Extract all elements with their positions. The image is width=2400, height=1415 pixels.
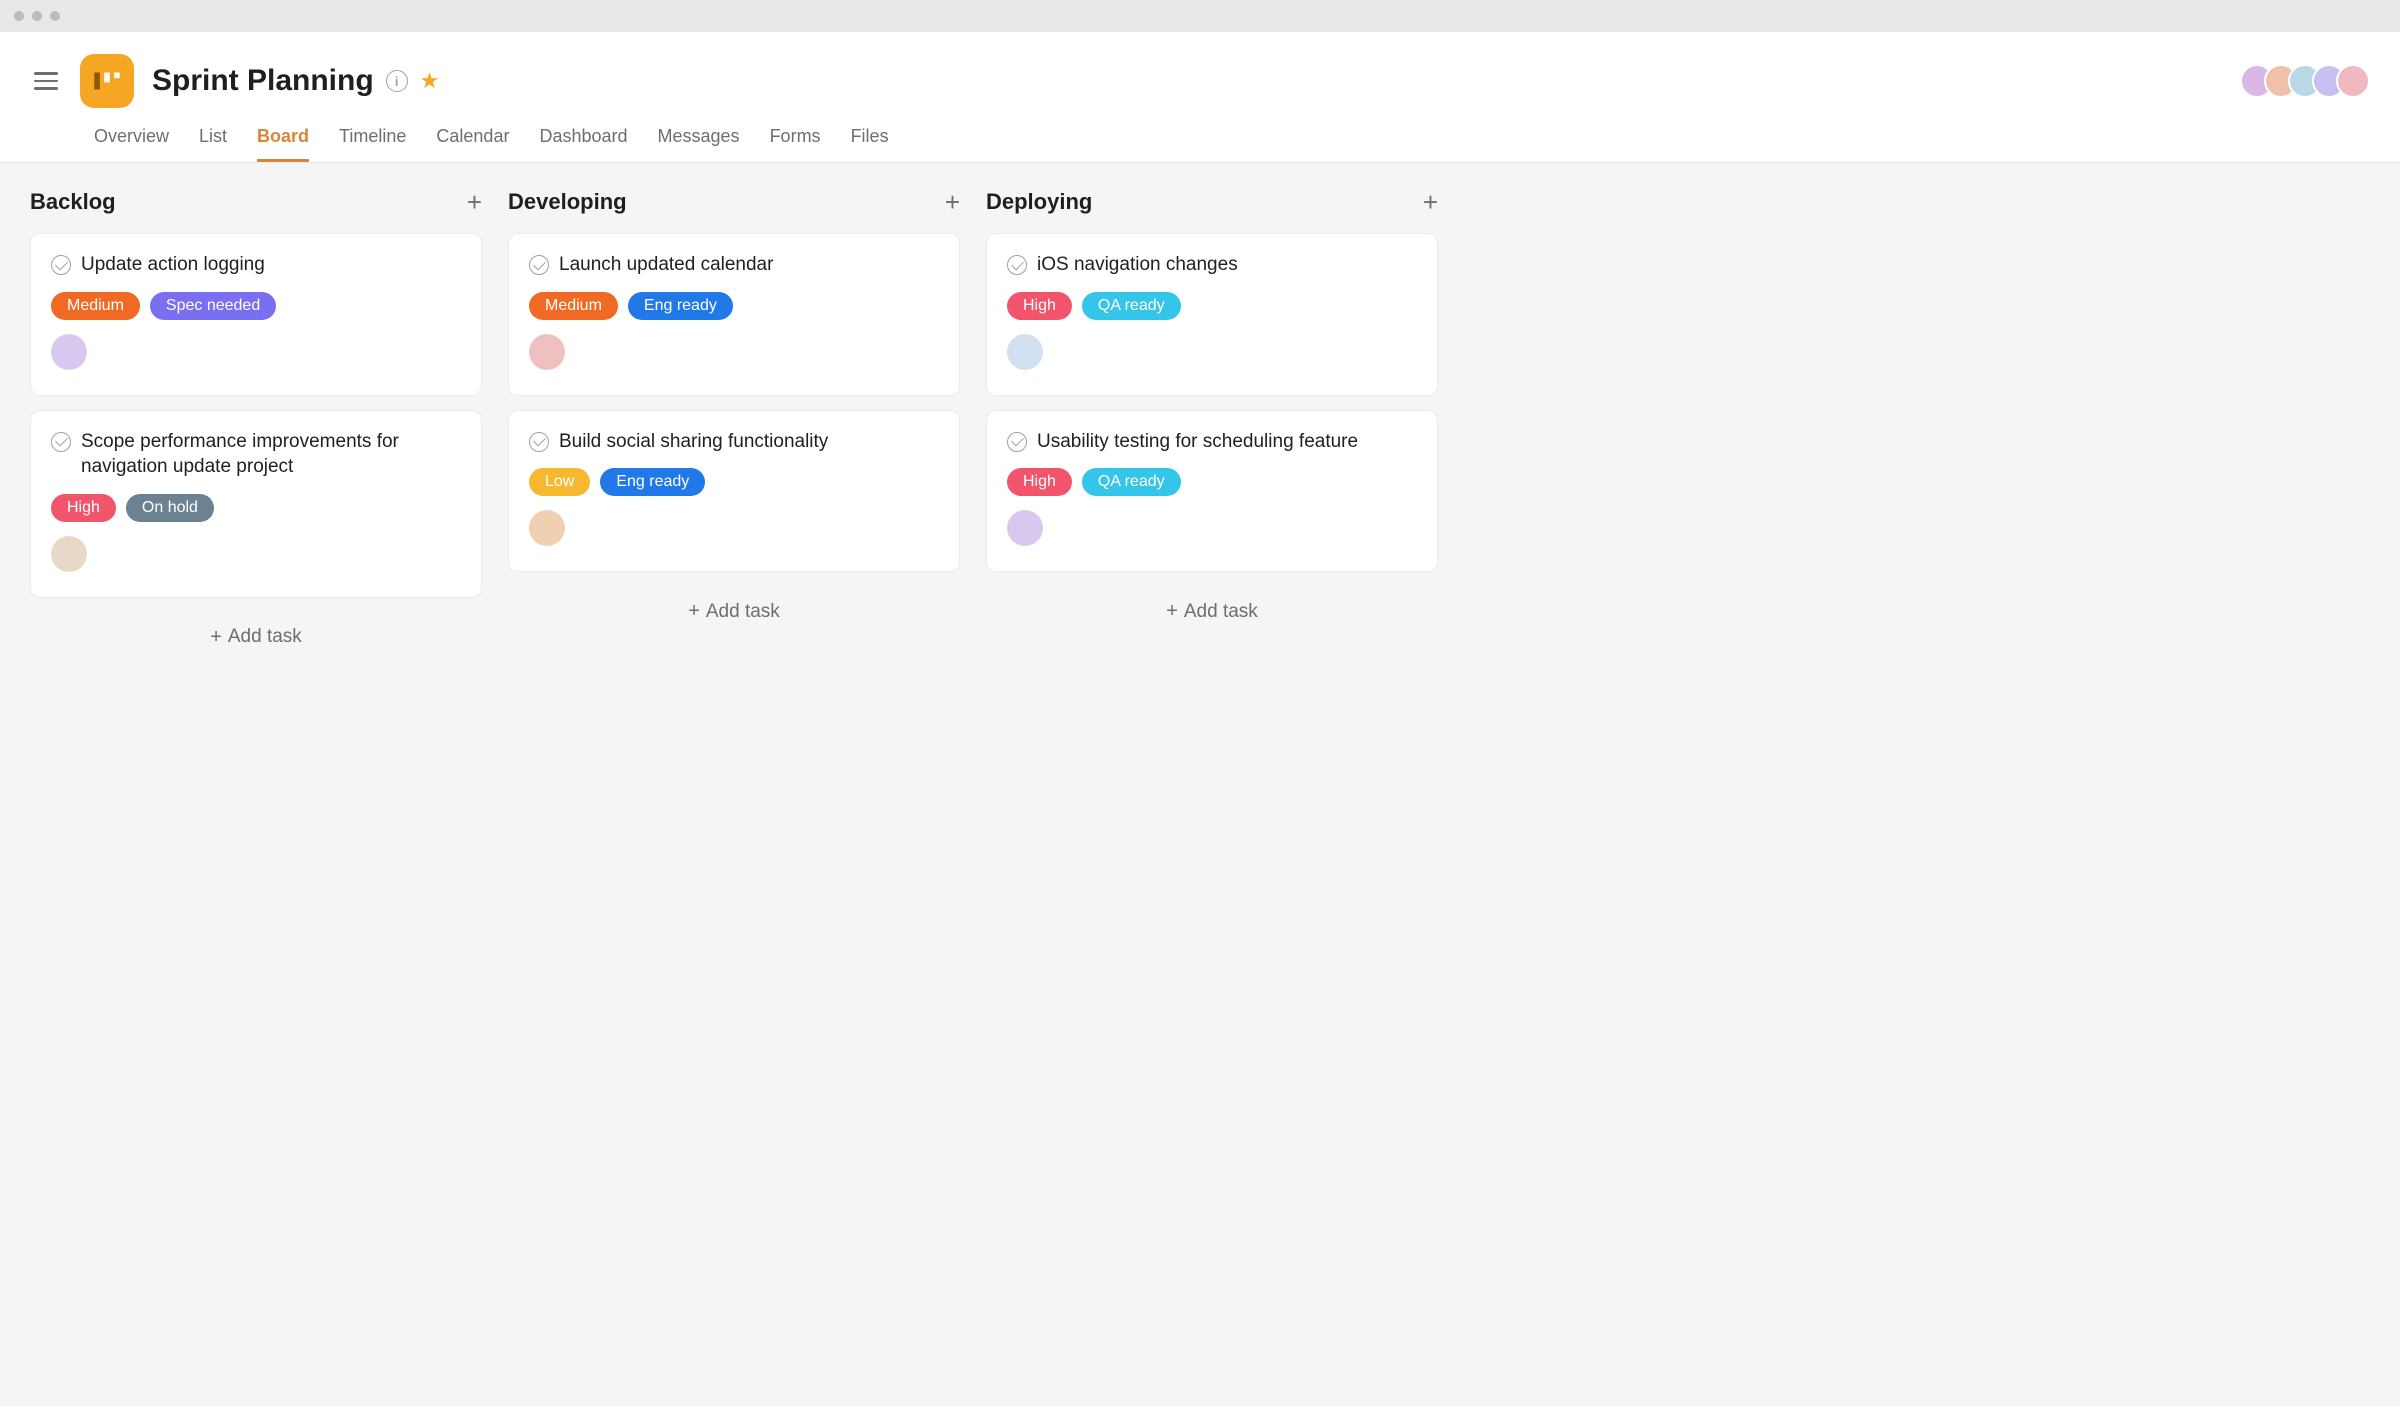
assignee-avatar[interactable] [529,510,565,546]
tab-forms[interactable]: Forms [770,126,821,162]
tag[interactable]: Low [529,468,590,496]
add-task-plus-button[interactable]: + [467,189,482,215]
board-icon [90,64,124,98]
add-task-label: Add task [228,626,302,648]
add-task-plus-button[interactable]: + [1423,189,1438,215]
complete-checkbox-icon[interactable] [1007,255,1027,275]
tab-files[interactable]: Files [851,126,889,162]
tab-list[interactable]: List [199,126,227,162]
task-tags: High QA ready [1007,468,1417,496]
task-card[interactable]: Update action logging Medium Spec needed [30,233,482,396]
info-icon[interactable]: i [386,70,408,92]
add-task-button[interactable]: + Add task [986,586,1438,637]
tag[interactable]: Medium [51,292,140,320]
task-tags: High QA ready [1007,292,1417,320]
tab-board[interactable]: Board [257,126,309,162]
assignee-avatar[interactable] [51,536,87,572]
column-title: Deploying [986,189,1092,215]
task-card[interactable]: iOS navigation changes High QA ready [986,233,1438,396]
task-title: Usability testing for scheduling feature [1037,429,1358,455]
board-columns: Backlog + Update action logging Medium Spec … [30,189,2370,663]
tab-messages[interactable]: Messages [658,126,740,162]
project-tabs: Overview List Board Timeline Calendar Dashboa… [94,126,2370,162]
complete-checkbox-icon[interactable] [529,255,549,275]
project-icon [80,54,134,108]
menu-toggle-button[interactable] [30,68,62,94]
task-card[interactable]: Usability testing for scheduling feature… [986,410,1438,573]
plus-icon: + [1166,600,1178,623]
task-tags: High On hold [51,494,461,522]
complete-checkbox-icon[interactable] [1007,432,1027,452]
board-view: Backlog + Update action logging Medium Spec … [0,163,2400,1406]
tab-calendar[interactable]: Calendar [436,126,509,162]
complete-checkbox-icon[interactable] [529,432,549,452]
traffic-light-minimize[interactable] [32,11,42,21]
task-title: Update action logging [81,252,265,278]
tab-dashboard[interactable]: Dashboard [539,126,627,162]
tag[interactable]: QA ready [1082,292,1181,320]
task-title: Launch updated calendar [559,252,773,278]
column-title: Backlog [30,189,116,215]
tag[interactable]: QA ready [1082,468,1181,496]
add-task-button[interactable]: + Add task [30,612,482,663]
member-avatar[interactable] [2336,64,2370,98]
project-title-wrap: Sprint Planning i ★ [152,64,439,98]
window-chrome [0,0,2400,32]
tag[interactable]: Medium [529,292,618,320]
column-header: Deploying + [986,189,1438,215]
tag[interactable]: High [51,494,116,522]
tag[interactable]: High [1007,292,1072,320]
plus-icon: + [210,626,222,649]
assignee-avatar[interactable] [1007,334,1043,370]
tag[interactable]: High [1007,468,1072,496]
add-task-button[interactable]: + Add task [508,586,960,637]
column: Developing + Launch updated calendar Medium… [508,189,960,663]
project-title: Sprint Planning [152,64,374,98]
traffic-light-close[interactable] [14,11,24,21]
task-card[interactable]: Scope performance improvements for navig… [30,410,482,598]
task-tags: Medium Eng ready [529,292,939,320]
plus-icon: + [688,600,700,623]
task-card[interactable]: Build social sharing functionality Low Eng… [508,410,960,573]
assignee-avatar[interactable] [1007,510,1043,546]
tag[interactable]: On hold [126,494,214,522]
add-task-label: Add task [706,601,780,623]
column: Deploying + iOS navigation changes High QA r… [986,189,1438,663]
tab-timeline[interactable]: Timeline [339,126,406,162]
task-tags: Low Eng ready [529,468,939,496]
column-title: Developing [508,189,627,215]
tag[interactable]: Eng ready [628,292,733,320]
header-top-row: Sprint Planning i ★ [30,54,2370,108]
assignee-avatar[interactable] [51,334,87,370]
task-card[interactable]: Launch updated calendar Medium Eng ready [508,233,960,396]
tab-overview[interactable]: Overview [94,126,169,162]
column: Backlog + Update action logging Medium Spec … [30,189,482,663]
traffic-light-zoom[interactable] [50,11,60,21]
tag[interactable]: Spec needed [150,292,276,320]
add-task-plus-button[interactable]: + [945,189,960,215]
task-title: iOS navigation changes [1037,252,1238,278]
assignee-avatar[interactable] [529,334,565,370]
column-header: Developing + [508,189,960,215]
task-tags: Medium Spec needed [51,292,461,320]
add-task-label: Add task [1184,601,1258,623]
complete-checkbox-icon[interactable] [51,432,71,452]
complete-checkbox-icon[interactable] [51,255,71,275]
task-title: Build social sharing functionality [559,429,828,455]
task-title: Scope performance improvements for navig… [81,429,461,480]
member-avatars[interactable] [2250,64,2370,98]
project-header: Sprint Planning i ★ Overview List Board Tim… [0,32,2400,163]
column-header: Backlog + [30,189,482,215]
star-icon[interactable]: ★ [420,68,440,94]
tag[interactable]: Eng ready [600,468,705,496]
